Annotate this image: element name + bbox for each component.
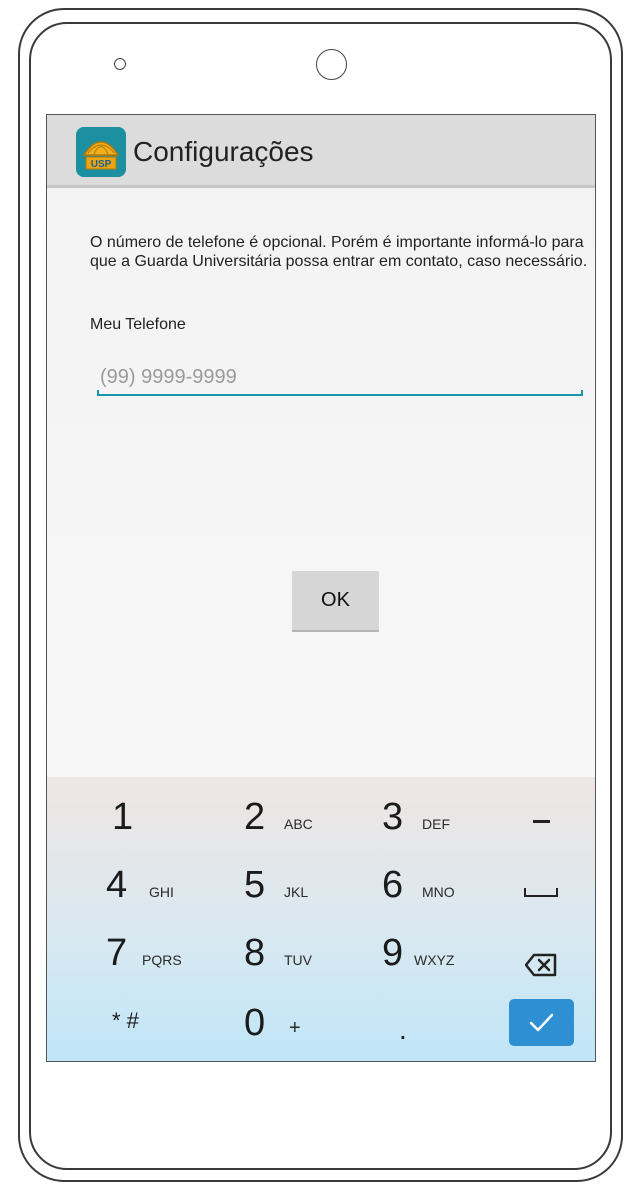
key-9-digit: 9 [382, 932, 404, 974]
key-0[interactable]: 0 + [244, 996, 379, 1056]
key-6-letters: MNO [422, 884, 455, 900]
key-7-digit: 7 [106, 932, 128, 974]
settings-content: O número de telefone é opcional. Porém é… [47, 188, 595, 777]
phone-field-label: Meu Telefone [90, 316, 186, 333]
key-8-letters: TUV [284, 952, 312, 968]
key-5-letters: JKL [284, 884, 309, 900]
page-title: Configurações [133, 136, 314, 167]
key-0-digit: 0 [244, 1002, 266, 1044]
proximity-sensor [114, 58, 126, 70]
ok-button[interactable]: OK [292, 571, 379, 632]
done-button[interactable] [509, 999, 574, 1046]
front-camera [316, 49, 347, 80]
key-4-letters: GHI [149, 884, 174, 900]
key-star-hash-label: * # [112, 1008, 139, 1033]
key-7[interactable]: 7 PQRS [106, 926, 241, 986]
backspace-icon[interactable] [524, 953, 557, 977]
key-8[interactable]: 8 TUV [244, 926, 379, 986]
key-1-digit: 1 [112, 796, 134, 838]
phone-input-underline [97, 390, 583, 396]
key-dot-label: . [399, 1014, 407, 1045]
key-3[interactable]: 3 DEF [382, 790, 517, 850]
space-icon[interactable] [524, 888, 558, 897]
intro-text: O número de telefone é opcional. Porém é… [90, 234, 588, 270]
key-9[interactable]: 9 WXYZ [382, 926, 517, 986]
key-3-digit: 3 [382, 796, 404, 838]
key-5[interactable]: 5 JKL [244, 858, 379, 918]
key-star-hash[interactable]: * # [112, 990, 247, 1050]
key-6-digit: 6 [382, 864, 404, 906]
key-4-digit: 4 [106, 864, 128, 906]
key-4[interactable]: 4 GHI [106, 858, 241, 918]
key-8-digit: 8 [244, 932, 266, 974]
key-2-digit: 2 [244, 796, 266, 838]
key-5-digit: 5 [244, 864, 266, 906]
key-1[interactable]: 1 [112, 790, 247, 850]
phone-input[interactable] [97, 358, 585, 396]
key-6[interactable]: 6 MNO [382, 858, 517, 918]
numeric-keyboard: 1 2 ABC 3 DEF 4 GHI 5 JKL 6 MNO 7 PQRS 8… [47, 777, 595, 1061]
key-7-letters: PQRS [142, 952, 182, 968]
device-screen: USP Configurações O número de telefone é… [46, 114, 596, 1062]
usp-logo-text: USP [91, 159, 112, 170]
key-9-letters: WXYZ [414, 952, 455, 968]
checkmark-icon [529, 1013, 554, 1032]
usp-app-icon: USP [76, 127, 126, 177]
action-bar: USP Configurações [47, 115, 595, 188]
minus-icon[interactable] [533, 820, 550, 823]
key-3-letters: DEF [422, 816, 450, 832]
key-0-plus: + [289, 1017, 301, 1039]
key-2-letters: ABC [284, 816, 313, 832]
key-2[interactable]: 2 ABC [244, 790, 379, 850]
